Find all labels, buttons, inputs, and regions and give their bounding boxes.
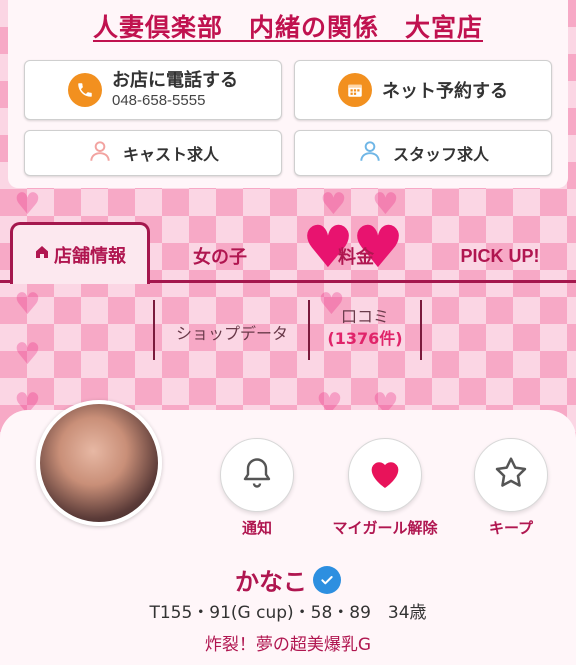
- call-shop-button[interactable]: お店に電話する 048-658-5555: [24, 60, 282, 120]
- verified-check-icon: [313, 566, 341, 594]
- avatar[interactable]: [36, 400, 162, 526]
- person-icon: [87, 138, 113, 168]
- calendar-icon: [338, 73, 372, 107]
- my-girl-label: マイガール解除: [332, 519, 438, 537]
- tab-girls-label: 女の子: [193, 247, 247, 268]
- girl-catchphrase: 炸裂！夢の超美爆乳G: [204, 635, 372, 655]
- tab-pick-up-label: PICK UP!: [460, 245, 540, 266]
- keep-button[interactable]: [474, 438, 548, 512]
- tab-price-label: 料金: [338, 247, 374, 268]
- shop-title[interactable]: 人妻倶楽部 内緒の関係 大宮店: [0, 8, 576, 44]
- notify-button[interactable]: [220, 438, 294, 512]
- star-icon: [492, 454, 530, 496]
- cast-recruit-button[interactable]: キャスト求人: [24, 130, 282, 176]
- bell-icon: [239, 455, 275, 495]
- tab-shop-info[interactable]: 店舗情報: [10, 222, 150, 284]
- call-shop-label: お店に電話する: [112, 70, 238, 92]
- keep-label: キープ: [488, 519, 534, 537]
- subtab-shop-data[interactable]: ショップデータ: [160, 320, 304, 344]
- girl-stats: T155・91(G cup)・58・89 34歳: [149, 603, 427, 623]
- subtab-shop-data-label: ショップデータ: [175, 324, 288, 343]
- tab-girls[interactable]: 女の子: [160, 232, 280, 280]
- web-reservation-label: ネット予約する: [382, 81, 508, 102]
- staff-recruit-button[interactable]: スタッフ求人: [294, 130, 552, 176]
- phone-number: 048-658-5555: [112, 91, 206, 109]
- girl-name: かなこ: [0, 562, 576, 597]
- background-heart-icon: ♥: [14, 287, 41, 322]
- girl-name-text: かなこ: [235, 568, 307, 596]
- subtab-divider: [420, 300, 422, 360]
- home-icon: [34, 244, 50, 265]
- notify-label: 通知: [241, 519, 272, 537]
- subtab-divider: [308, 300, 310, 360]
- heart-icon: [365, 453, 405, 497]
- subtab-reviews-label: 口コミ: [340, 307, 389, 326]
- tab-pick-up[interactable]: PICK UP!: [430, 232, 570, 280]
- background-heart-icon: ♥: [14, 187, 41, 222]
- person-icon: [357, 138, 383, 168]
- subtab-divider: [153, 300, 155, 360]
- my-girl-button[interactable]: [348, 438, 422, 512]
- tab-price[interactable]: 料金: [296, 232, 416, 280]
- cast-recruit-label: キャスト求人: [122, 145, 219, 164]
- web-reservation-button[interactable]: ネット予約する: [294, 60, 552, 120]
- subtab-reviews[interactable]: 口コミ (1376件): [312, 306, 418, 351]
- phone-icon: [68, 73, 102, 107]
- staff-recruit-label: スタッフ求人: [392, 145, 489, 164]
- review-count: (1376件): [327, 329, 403, 349]
- tab-shop-info-label: 店舗情報: [54, 245, 126, 267]
- background-heart-icon: ♥: [14, 337, 41, 372]
